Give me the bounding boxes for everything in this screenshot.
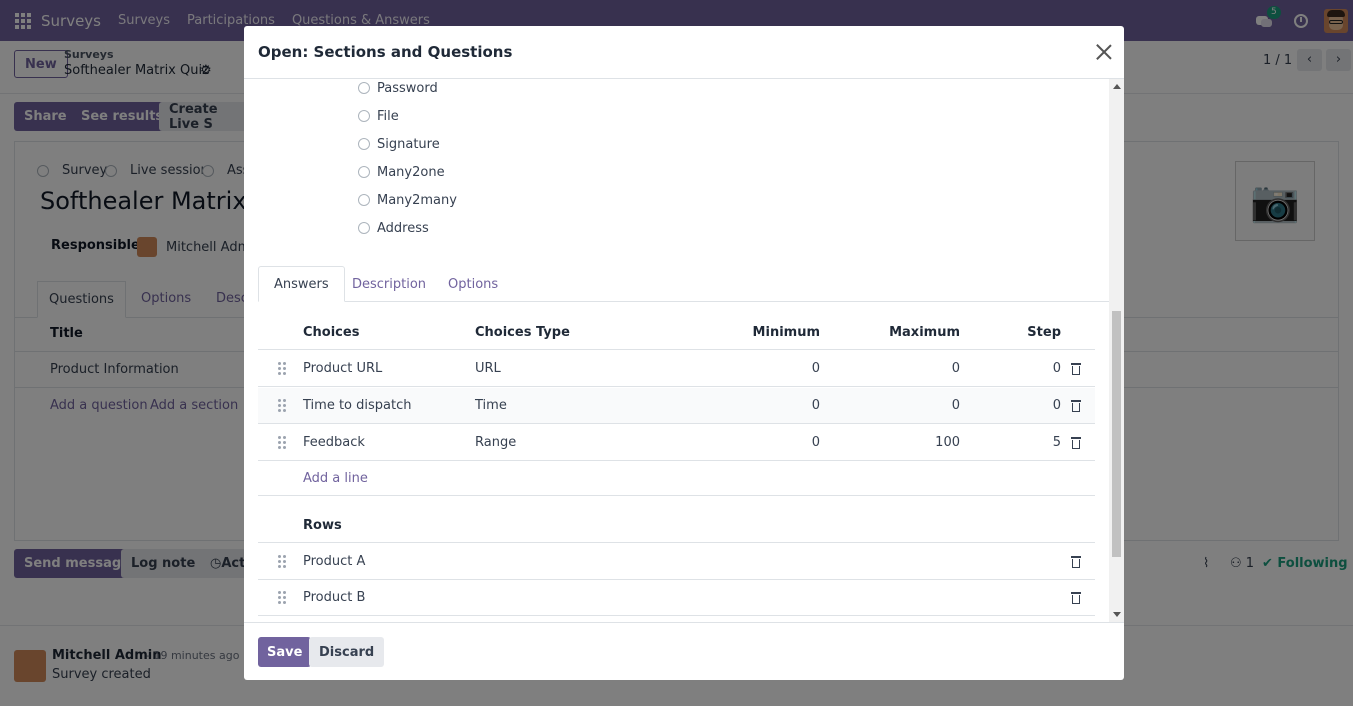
add-line-row: Add a line (258, 462, 1095, 496)
choice-maximum[interactable]: 0 (858, 388, 960, 423)
add-choice-line-link[interactable]: Add a line (303, 462, 368, 495)
scroll-up-icon[interactable] (1113, 84, 1121, 89)
table-row[interactable]: Time to dispatch Time 0 0 0 (258, 388, 1095, 424)
column-choices[interactable]: Choices (303, 315, 359, 349)
table-row[interactable]: Product B (258, 580, 1095, 616)
drag-handle-icon[interactable] (278, 362, 286, 375)
scroll-thumb[interactable] (1112, 311, 1121, 557)
choice-type[interactable]: Range (475, 425, 516, 460)
choice-maximum[interactable]: 0 (858, 351, 960, 386)
modal-header: Open: Sections and Questions (244, 26, 1124, 79)
column-step[interactable]: Step (988, 315, 1061, 349)
choice-type[interactable]: Time (475, 388, 507, 423)
rows-table-header: Rows (258, 508, 1095, 543)
choice-minimum[interactable]: 0 (718, 425, 820, 460)
trash-icon[interactable] (1071, 363, 1081, 375)
modal-footer: Save Discard (244, 622, 1124, 680)
drag-handle-icon[interactable] (278, 591, 286, 604)
modal-title: Open: Sections and Questions (258, 43, 513, 61)
tab-options[interactable]: Options (433, 266, 513, 302)
drag-handle-icon[interactable] (278, 555, 286, 568)
discard-button[interactable]: Discard (309, 637, 385, 667)
table-row[interactable]: Feedback Range 0 100 5 (258, 425, 1095, 461)
trash-icon[interactable] (1071, 400, 1081, 412)
drag-handle-icon[interactable] (278, 436, 286, 449)
choice-name[interactable]: Time to dispatch (303, 388, 411, 423)
choice-minimum[interactable]: 0 (718, 351, 820, 386)
table-row[interactable]: Product A (258, 544, 1095, 580)
column-minimum[interactable]: Minimum (718, 315, 820, 349)
choice-minimum[interactable]: 0 (718, 388, 820, 423)
choice-step[interactable]: 5 (988, 425, 1061, 460)
choice-name[interactable]: Feedback (303, 425, 365, 460)
row-name[interactable]: Product A (303, 544, 365, 579)
column-choices-type[interactable]: Choices Type (475, 315, 570, 349)
column-rows[interactable]: Rows (303, 508, 342, 542)
radio-option-file[interactable]: File (358, 107, 399, 125)
close-icon[interactable] (1096, 44, 1112, 60)
radio-option-address[interactable]: Address (358, 219, 429, 237)
modal-tabs: Answers Description Options (258, 266, 1109, 302)
choice-type[interactable]: URL (475, 351, 501, 386)
save-button[interactable]: Save (258, 637, 312, 667)
sections-questions-dialog: Open: Sections and Questions Password Fi… (244, 26, 1124, 680)
choice-name[interactable]: Product URL (303, 351, 382, 386)
column-maximum[interactable]: Maximum (858, 315, 960, 349)
trash-icon[interactable] (1071, 592, 1081, 604)
choices-table-header: Choices Choices Type Minimum Maximum Ste… (258, 315, 1095, 350)
radio-option-many2many[interactable]: Many2many (358, 191, 457, 209)
trash-icon[interactable] (1071, 437, 1081, 449)
tab-answers[interactable]: Answers (258, 266, 345, 302)
table-row[interactable]: Product URL URL 0 0 0 (258, 351, 1095, 387)
choice-step[interactable]: 0 (988, 351, 1061, 386)
row-name[interactable]: Product B (303, 580, 365, 615)
drag-handle-icon[interactable] (278, 399, 286, 412)
trash-icon[interactable] (1071, 556, 1081, 568)
radio-option-signature[interactable]: Signature (358, 135, 440, 153)
modal-body: Password File Signature Many2one Many2ma… (244, 79, 1124, 622)
choice-maximum[interactable]: 100 (858, 425, 960, 460)
modal-scrollbar[interactable] (1109, 79, 1124, 622)
scroll-down-icon[interactable] (1113, 612, 1121, 617)
radio-option-many2one[interactable]: Many2one (358, 163, 445, 181)
tab-description[interactable]: Description (337, 266, 441, 302)
radio-option-password[interactable]: Password (358, 79, 438, 97)
choice-step[interactable]: 0 (988, 388, 1061, 423)
